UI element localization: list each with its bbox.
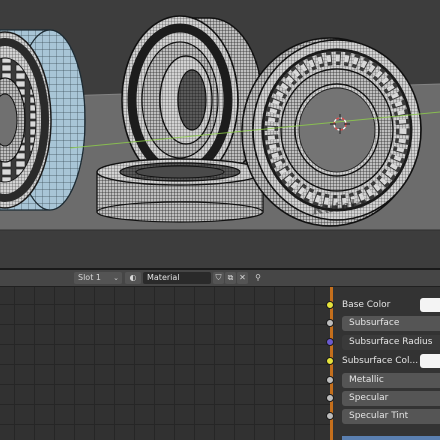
duplicate-material-icon[interactable]: ⧉ [225,272,236,284]
socket-label: Base Color [342,300,391,310]
value-slider[interactable]: Specular Tint [342,409,440,424]
socket-dot-icon[interactable] [326,357,334,365]
slot-value: Slot 1 [78,273,101,282]
node-socket-row[interactable]: Subsurface Radius [326,334,440,352]
socket-dot-icon[interactable] [326,394,334,402]
chevron-down-icon: ⌄ [113,274,119,282]
unlink-material-close-icon[interactable]: ✕ [237,272,248,284]
color-swatch[interactable] [420,354,440,368]
socket-label: Subsurface Col... [342,356,419,366]
node-bottom-selected-row [342,436,440,440]
socket-dot-icon[interactable] [326,376,334,384]
fake-user-shield-icon[interactable]: ⛉ [213,272,224,284]
value-slider[interactable]: Subsurface [342,316,440,331]
value-slider[interactable]: Metallic [342,373,440,388]
node-socket-row[interactable]: Base Color [326,297,440,315]
left-bearing-mesh[interactable] [0,29,86,211]
lying-bearing-mesh[interactable] [96,158,264,223]
viewport-scene [0,0,440,268]
socket-dot-icon[interactable] [326,412,334,420]
node-editor-header: Slot 1 ⌄ ◐ Material ⛉ ⧉ ✕ ⚲ [0,270,440,287]
color-swatch[interactable] [420,298,440,312]
vector-field[interactable]: Subsurface Radius [342,335,440,350]
socket-dot-icon[interactable] [326,319,334,327]
node-editor-canvas[interactable]: Base Color Subsurface Subsurface Radius Sub… [0,287,440,440]
material-slot-dropdown[interactable]: Slot 1 ⌄ [74,272,122,284]
material-sphere-icon[interactable]: ◐ [125,272,141,284]
pin-icon[interactable]: ⚲ [252,272,264,284]
node-socket-row[interactable]: Specular [326,390,440,408]
value-slider[interactable]: Specular [342,391,440,406]
node-socket-row[interactable]: Metallic [326,372,440,390]
principled-bsdf-node[interactable]: Base Color Subsurface Subsurface Radius Sub… [326,287,440,440]
node-socket-row[interactable]: Subsurface Col... [326,353,440,371]
node-socket-row[interactable]: Specular Tint [326,408,440,426]
3d-viewport[interactable]: Kutalo [0,0,440,268]
socket-dot-icon[interactable] [326,338,334,346]
socket-dot-icon[interactable] [326,301,334,309]
node-socket-row[interactable]: Subsurface [326,315,440,333]
material-name-field[interactable]: Material [143,272,211,284]
